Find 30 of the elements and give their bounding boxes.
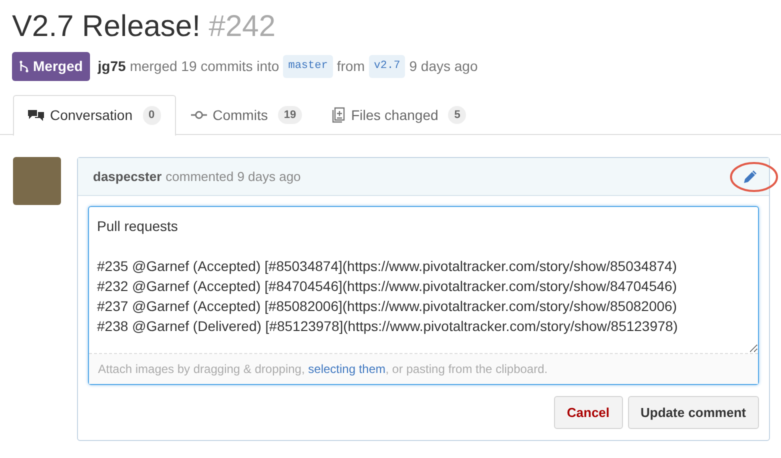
branch-name: master [283,55,333,78]
attach-hint: Attach images by dragging & dropping, selecting them, or pasting from the clipboard. [89,354,758,384]
merged-badge: Merged [12,52,90,81]
select-files-link[interactable]: selecting them [308,362,386,376]
author-link[interactable]: jg75 [98,56,126,77]
avatar-placeholder [13,157,61,205]
merge-icon [19,60,29,73]
from-label: from [336,57,365,76]
update-comment-button[interactable]: Update comment [628,396,759,429]
pr-title: V2.7 Release! [12,10,200,43]
tab[interactable]: Commits 19 [176,95,318,135]
chat-icon [28,108,44,122]
commenter-link[interactable]: daspecster [93,166,162,186]
comment-editor[interactable] [88,206,759,385]
merge-description: merged 19 commits into [130,57,280,76]
comment-time: commented 9 days ago [166,168,301,186]
tab[interactable]: Files changed 5 [317,95,482,135]
tab[interactable]: Conversation 0 [13,95,176,136]
merge-time: 9 days ago [409,57,478,76]
count-badge: 19 [278,106,302,124]
count-badge: 0 [142,106,161,125]
highlight-circle [729,161,779,193]
file-diff-icon [332,107,346,123]
count-badge: 5 [448,106,466,124]
cancel-button[interactable]: Cancel [554,396,623,429]
edit-icon[interactable] [743,170,757,184]
branch-name: v2.7 [368,55,406,78]
pr-number: #242 [208,10,276,43]
comment-field[interactable]: Pull requests #235 @Garnef (Accepted) [#85034874](https://www.pivotaltracker.com/story/show/85034874) #232 @Garnef (Accepted) [#84704546](https://www.pivotaltracker.com/story/show/84704546) #237 @Garnef (Accepted) [#85082006](https://www.pivotaltracker.com/story/show/85082006) #238 @Garnef (Delivered) [#85123978](https://www.pivotaltracker.com/story/show/85123978) [89,207,758,354]
commit-icon [190,110,207,120]
